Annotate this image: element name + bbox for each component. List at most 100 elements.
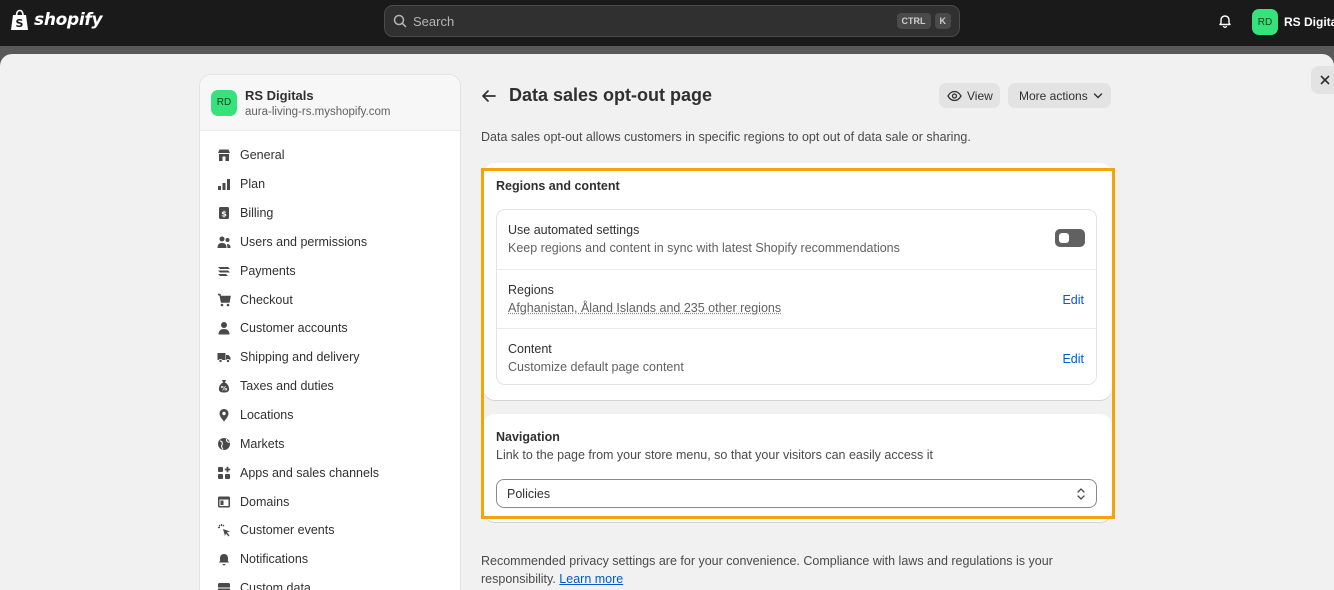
sidebar-item-notifications[interactable]: Notifications: [200, 545, 460, 574]
row-title: Content: [508, 342, 552, 356]
view-button-label: View: [967, 88, 993, 103]
toggle-knob: [1059, 233, 1069, 243]
search-icon: [393, 14, 407, 28]
shortcut-ctrl-key: CTRL: [896, 13, 931, 29]
chevron-down-icon: [1093, 92, 1102, 98]
sidebar-item-taxes[interactable]: % Taxes and duties: [200, 372, 460, 401]
automated-settings-toggle[interactable]: [1055, 229, 1085, 247]
store-name: RS Digitals: [245, 87, 314, 103]
settings-nav: General Plan $ Billing Users and permiss…: [200, 131, 460, 590]
search-placeholder: Search: [413, 13, 455, 29]
shopify-logo[interactable]: S shopify: [10, 9, 103, 31]
regions-content-card: Regions and content Use automated settin…: [483, 163, 1112, 400]
sidebar-item-shipping[interactable]: Shipping and delivery: [200, 343, 460, 372]
row-subtitle[interactable]: Afghanistan, Åland Islands and 235 other…: [508, 301, 781, 315]
domain-icon: [218, 496, 230, 508]
edit-regions-link[interactable]: Edit: [1062, 293, 1084, 307]
bell-icon: [1219, 15, 1231, 29]
sidebar-item-domains[interactable]: Domains: [200, 487, 460, 516]
sidebar-item-label: Shipping and delivery: [240, 350, 360, 365]
settings-list: Use automated settings Keep regions and …: [496, 209, 1097, 385]
bell-icon: [219, 554, 229, 566]
row-subtitle: Customize default page content: [508, 360, 684, 374]
shopify-wordmark: shopify: [34, 10, 103, 30]
person-icon: [218, 322, 230, 335]
eye-icon: [947, 90, 962, 101]
row-title: Use automated settings: [508, 223, 640, 237]
navigation-card: Navigation Link to the page from your st…: [483, 414, 1112, 522]
billing-icon: $: [219, 207, 229, 220]
sidebar-item-label: Plan: [240, 177, 266, 192]
row-subtitle: Keep regions and content in sync with la…: [508, 241, 900, 255]
view-button[interactable]: View: [939, 83, 1000, 108]
sidebar-item-label: Apps and sales channels: [240, 465, 379, 480]
sidebar-item-label: General: [240, 148, 285, 163]
payments-icon: [218, 266, 230, 276]
svg-text:S: S: [16, 17, 24, 30]
sidebar-item-label: Taxes and duties: [240, 379, 334, 394]
more-actions-button[interactable]: More actions: [1008, 83, 1111, 108]
store-domain: aura-living-rs.myshopify.com: [245, 105, 391, 118]
shopify-bag-icon: S: [11, 9, 28, 30]
shortcut-k-key: K: [934, 13, 951, 29]
sidebar-item-label: Customer accounts: [240, 321, 348, 336]
regions-row: Regions Afghanistan, Åland Islands and 2…: [497, 269, 1096, 328]
more-actions-label: More actions: [1019, 88, 1088, 103]
sidebar-item-users[interactable]: Users and permissions: [200, 228, 460, 257]
search-input[interactable]: Search CTRL K: [384, 5, 960, 37]
close-settings-button[interactable]: [1311, 66, 1334, 94]
learn-more-link[interactable]: Learn more: [559, 572, 623, 586]
notifications-button[interactable]: [1217, 13, 1233, 32]
users-icon: [217, 236, 231, 248]
store-header[interactable]: RD RS Digitals aura-living-rs.myshopify.…: [200, 75, 460, 131]
select-chevron-icon: [1077, 488, 1085, 500]
automated-settings-row: Use automated settings Keep regions and …: [497, 210, 1096, 269]
store-name: RS Digitals: [1284, 15, 1334, 29]
close-icon: [1320, 75, 1330, 85]
sidebar-item-custom-data[interactable]: Custom data: [200, 574, 460, 590]
compliance-note: Recommended privacy settings are for you…: [481, 552, 1081, 588]
sidebar-item-billing[interactable]: $ Billing: [200, 199, 460, 228]
tax-icon: %: [218, 380, 230, 393]
sidebar-item-label: Notifications: [240, 552, 309, 567]
sidebar-item-markets[interactable]: Markets: [200, 429, 460, 458]
card-title: Regions and content: [496, 179, 620, 193]
card-subtitle: Link to the page from your store menu, s…: [496, 448, 934, 462]
sidebar-item-payments[interactable]: Payments: [200, 256, 460, 285]
pin-icon: [219, 409, 229, 422]
sidebar-item-apps[interactable]: Apps and sales channels: [200, 458, 460, 487]
sidebar-item-label: Billing: [240, 206, 274, 221]
sidebar-item-checkout[interactable]: Checkout: [200, 285, 460, 314]
row-title: Regions: [508, 283, 554, 297]
page-title: Data sales opt-out page: [509, 84, 713, 105]
page-description: Data sales opt-out allows customers in s…: [481, 130, 971, 144]
sidebar-item-label: Markets: [240, 436, 285, 451]
sidebar-item-plan[interactable]: Plan: [200, 170, 460, 199]
globe-icon: [218, 437, 230, 450]
sidebar-item-customer-events[interactable]: Customer events: [200, 516, 460, 545]
sidebar-item-label: Locations: [240, 408, 294, 423]
sidebar-item-general[interactable]: General: [200, 141, 460, 170]
card-title: Navigation: [496, 430, 560, 444]
cursor-icon: [218, 524, 230, 537]
data-icon: [218, 583, 230, 590]
sidebar-item-locations[interactable]: Locations: [200, 401, 460, 430]
sidebar-item-customer-accounts[interactable]: Customer accounts: [200, 314, 460, 343]
sidebar-item-label: Payments: [240, 263, 296, 278]
back-arrow-icon[interactable]: [481, 89, 497, 103]
store-icon: [218, 149, 230, 162]
svg-text:$: $: [221, 210, 227, 219]
menu-select[interactable]: Policies: [496, 479, 1097, 508]
sidebar-item-label: Custom data: [240, 581, 311, 590]
menu-select-value: Policies: [507, 486, 551, 501]
sidebar-item-label: Domains: [240, 494, 290, 509]
truck-icon: [217, 353, 231, 364]
store-menu-button[interactable]: RD RS Digitals: [1252, 9, 1334, 35]
settings-sidebar: RD RS Digitals aura-living-rs.myshopify.…: [199, 74, 461, 590]
store-avatar: RD: [1252, 9, 1278, 35]
cart-icon: [218, 293, 231, 306]
edit-content-link[interactable]: Edit: [1062, 352, 1084, 366]
top-bar: S shopify Search CTRL K RD RS Digitals: [0, 0, 1334, 46]
svg-text:%: %: [221, 385, 228, 393]
store-avatar: RD: [211, 89, 237, 116]
